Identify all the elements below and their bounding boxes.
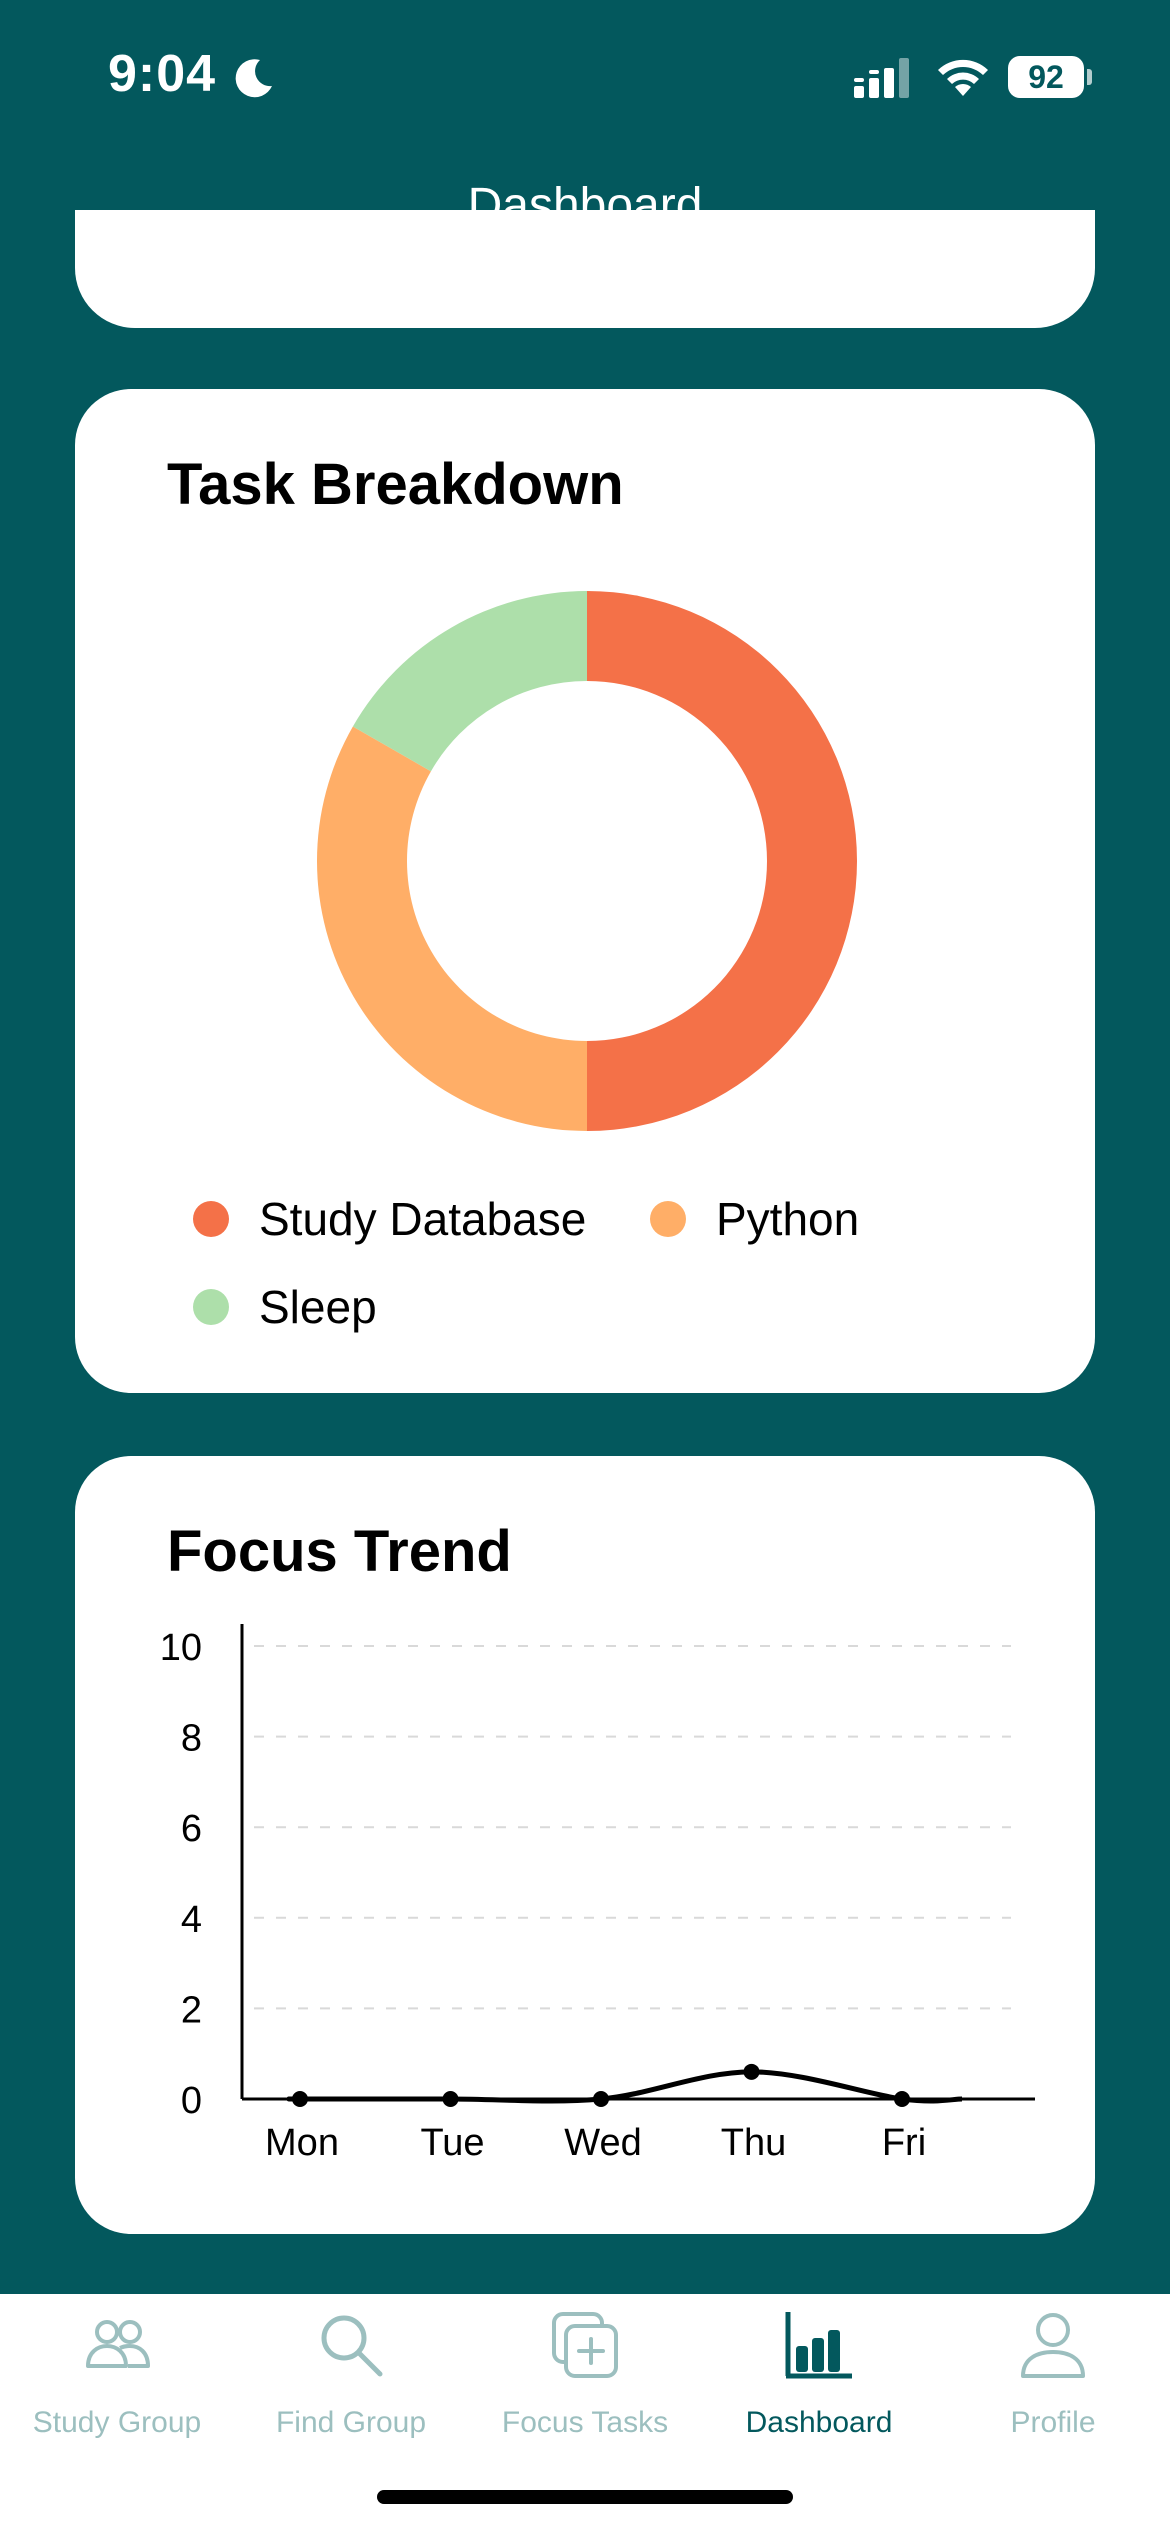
focus-series-line [286, 2069, 963, 2104]
battery-icon: 92 [1008, 56, 1092, 98]
signal-icon [854, 58, 909, 98]
tab-focus-tasks[interactable]: Focus Tasks [468, 2294, 702, 2454]
search-icon [321, 2315, 383, 2377]
legend-dot-sleep [193, 1289, 229, 1325]
tab-label: Profile [1010, 2406, 1096, 2439]
legend-item-python: Python [650, 1189, 859, 1249]
x-tick-label: Fri [882, 2122, 926, 2164]
data-point [593, 2091, 609, 2107]
tab-label: Find Group [275, 2406, 427, 2439]
home-indicator [377, 2490, 793, 2504]
data-point [292, 2091, 308, 2107]
legend-item-sleep: Sleep [193, 1277, 377, 1337]
y-tick-label: 2 [181, 1989, 202, 2031]
tab-label: Focus Tasks [501, 2406, 669, 2439]
legend-dot-python [650, 1201, 686, 1237]
y-tick-label: 4 [181, 1899, 202, 1941]
legend-label: Python [716, 1193, 860, 1245]
y-tick-label: 10 [160, 1627, 202, 1669]
scrolled-card [75, 210, 1095, 328]
donut-slice-study-database [587, 591, 857, 1131]
legend-dot-study-database [193, 1201, 229, 1237]
data-point [442, 2091, 459, 2107]
focus-trend-title: Focus Trend [167, 1519, 512, 1584]
tab-study-group[interactable]: Study Group [0, 2294, 234, 2454]
focus-trend-line-chart: 0 2 4 6 8 10 Mon Tue Wed Thu Fri [160, 1624, 1035, 2164]
donut-slice-sleep [352, 591, 587, 772]
y-tick-label: 6 [181, 1808, 202, 1850]
x-tick-label: Wed [564, 2122, 641, 2164]
tab-dashboard[interactable]: Dashboard [702, 2294, 936, 2454]
legend-label: Sleep [259, 1281, 377, 1333]
battery-tip [1087, 69, 1092, 85]
task-breakdown-card: Task Breakdown Study Database Python Sle… [75, 389, 1095, 1393]
tab-label: Dashboard [745, 2406, 893, 2439]
y-tick-label: 8 [181, 1718, 202, 1760]
moon-icon [235, 59, 272, 98]
legend-label: Study Database [259, 1193, 587, 1245]
donut-slice-python [316, 726, 587, 1131]
person-icon [1021, 2313, 1085, 2378]
x-tick-label: Thu [721, 2122, 786, 2164]
task-breakdown-donut-chart [316, 591, 857, 1131]
people-icon [86, 2320, 150, 2368]
tab-find-group[interactable]: Find Group [234, 2294, 468, 2454]
battery-level: 92 [1028, 59, 1064, 95]
y-tick-label: 0 [181, 2080, 202, 2122]
data-point [894, 2091, 910, 2107]
tab-label: Study Group [32, 2406, 202, 2439]
status-bar: 9:04 92 [0, 0, 1170, 150]
bar-chart-icon [785, 2312, 852, 2379]
data-point [743, 2063, 760, 2080]
status-time: 9:04 [108, 45, 217, 103]
tab-profile[interactable]: Profile [936, 2294, 1170, 2454]
x-tick-label: Tue [420, 2122, 484, 2164]
focus-trend-card: Focus Trend 0 2 4 6 8 10 Mon Tue Wed Thu Fri [75, 1456, 1095, 2234]
x-tick-label: Mon [265, 2122, 339, 2164]
add-task-icon [552, 2312, 618, 2378]
wifi-icon [938, 59, 988, 96]
legend-item-study-database: Study Database [193, 1189, 586, 1249]
task-breakdown-title: Task Breakdown [167, 452, 624, 517]
